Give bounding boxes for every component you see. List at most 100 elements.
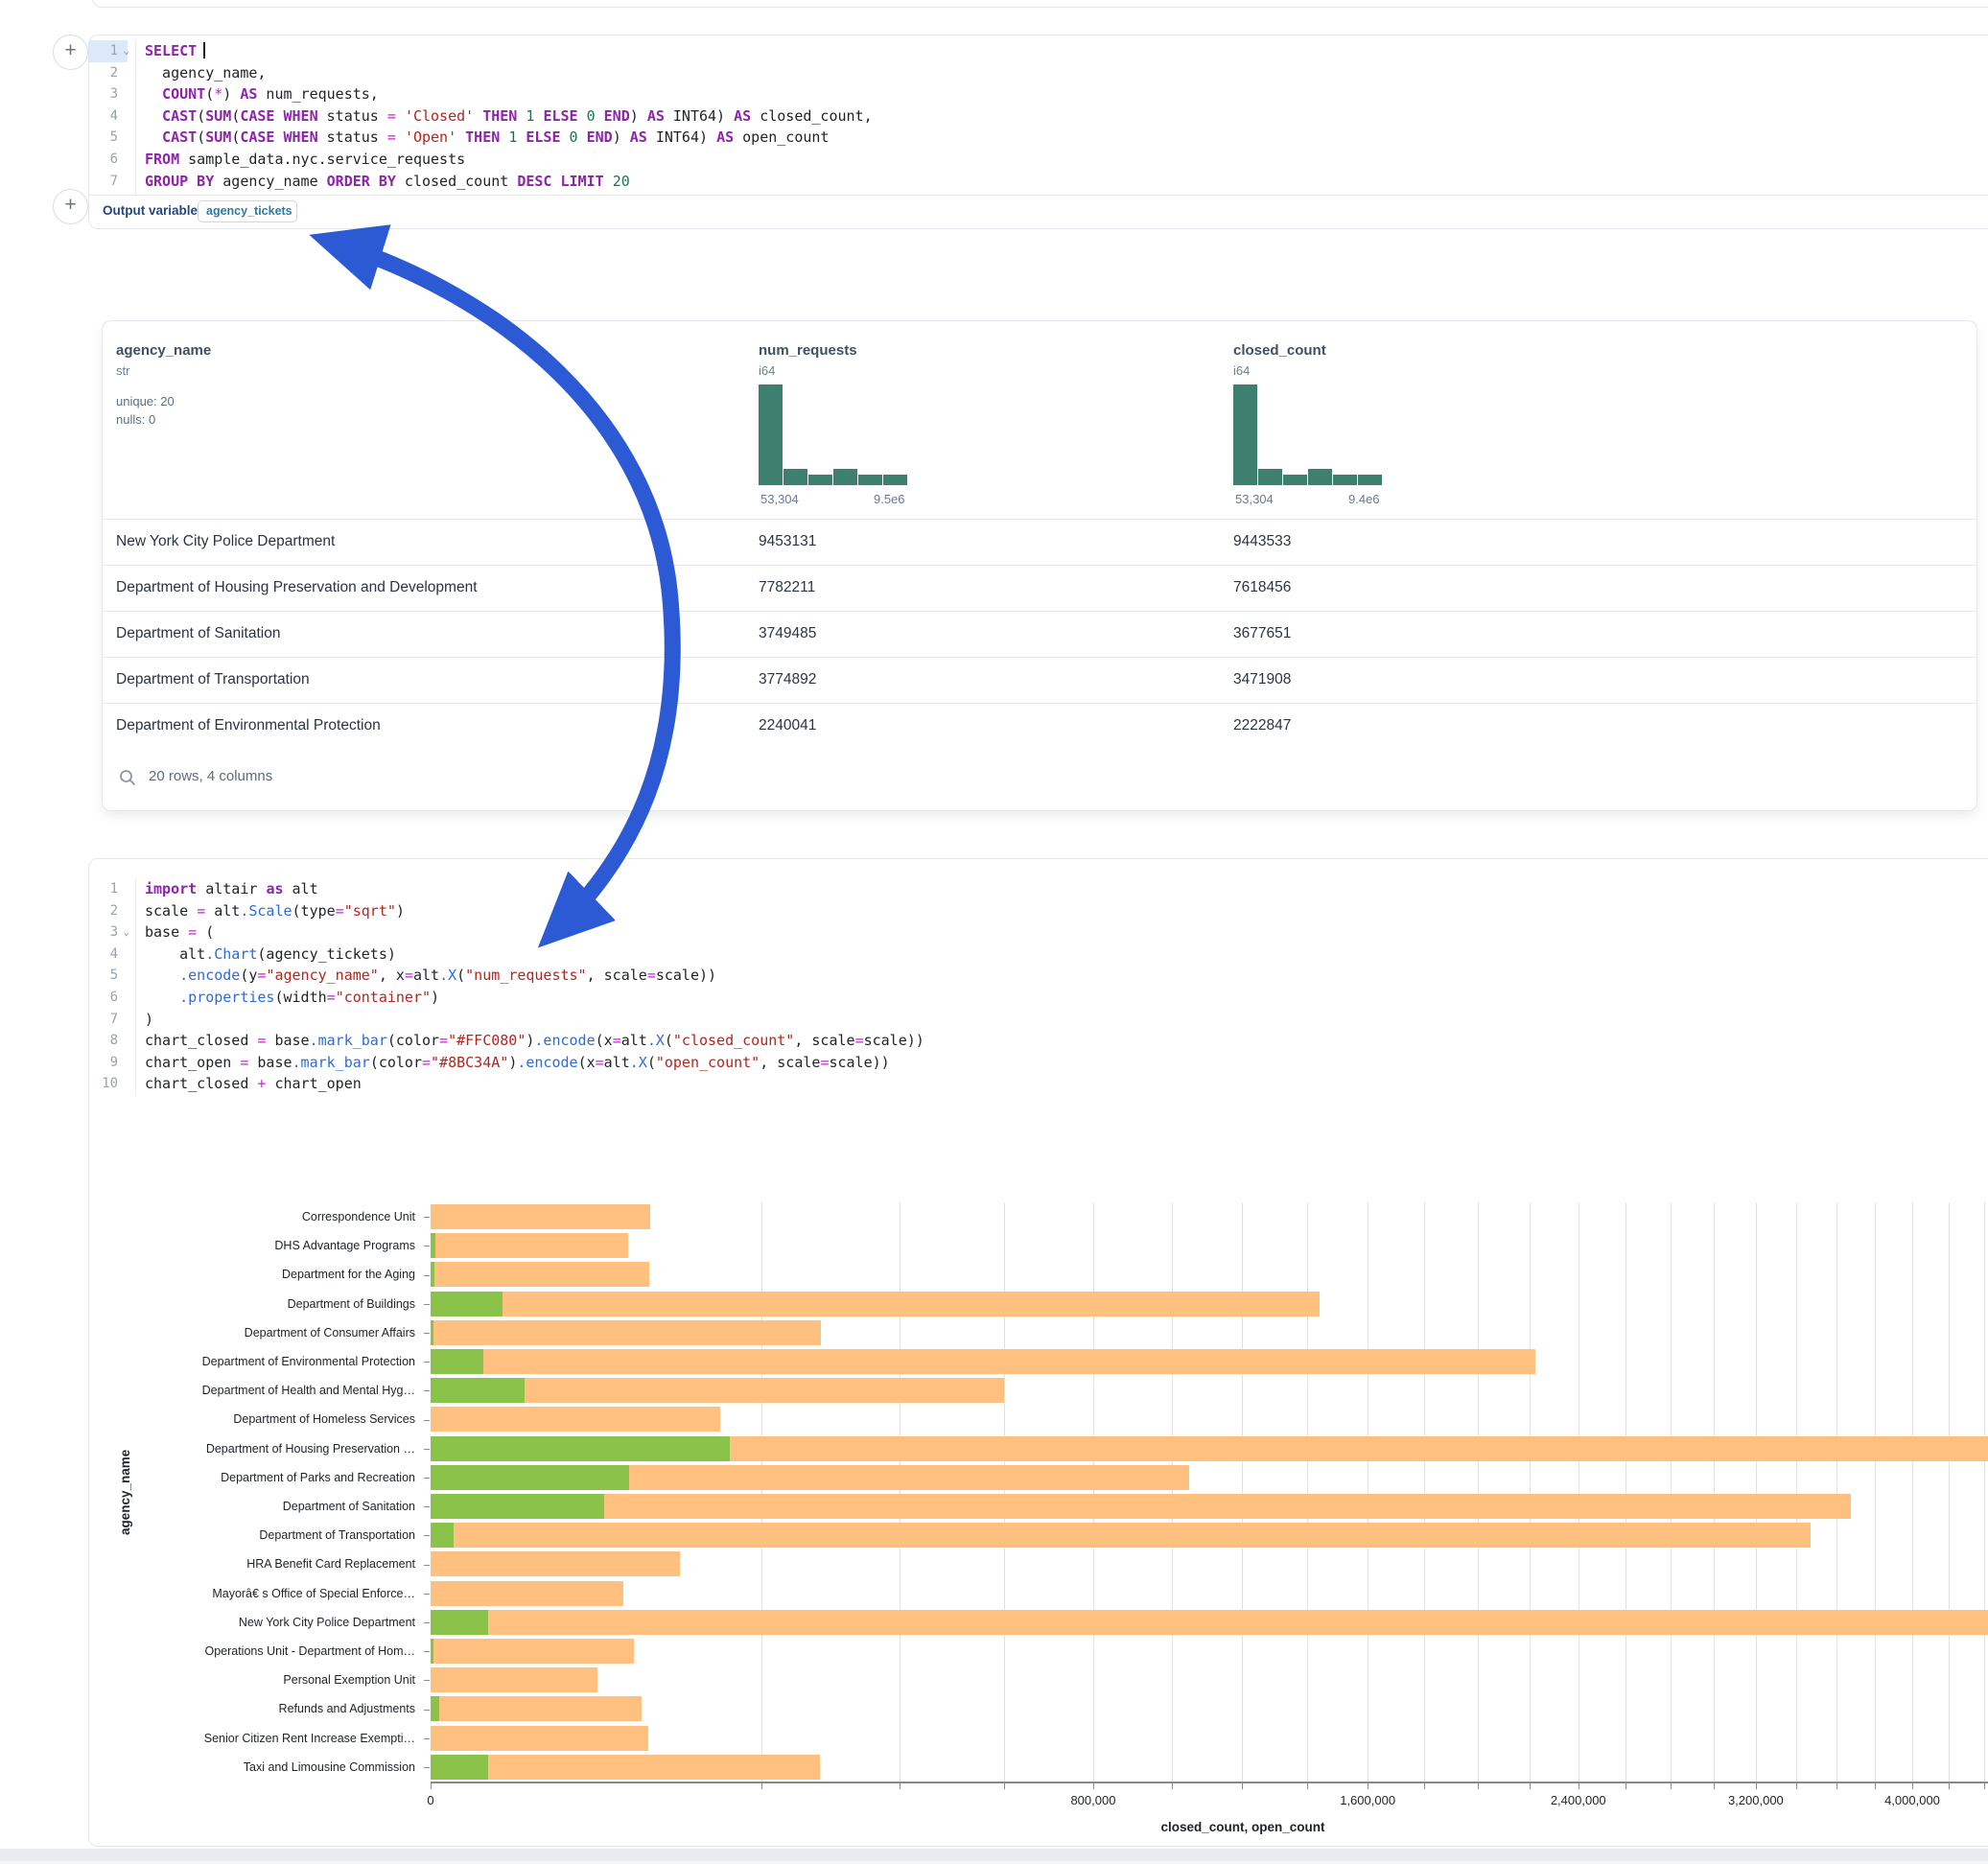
bar-closed_count[interactable] bbox=[431, 1523, 1811, 1548]
code-line[interactable]: 9chart_open = base.mark_bar(color="#8BC3… bbox=[89, 1052, 1988, 1074]
sql-cell: 1⌄ SELECT2 agency_name,3 COUNT(*) AS num_… bbox=[88, 35, 1988, 229]
code-line[interactable]: 6FROM sample_data.nyc.service_requests bbox=[89, 149, 1988, 171]
y-axis-tick bbox=[424, 1275, 430, 1276]
gridline bbox=[1756, 1202, 1757, 1782]
bar-open_count[interactable] bbox=[431, 1465, 629, 1490]
code-text: agency_name, bbox=[145, 62, 266, 84]
python-code-editor[interactable]: 1import altair as alt2scale = alt.Scale(… bbox=[89, 878, 1988, 1095]
bar-closed_count[interactable] bbox=[431, 1494, 1851, 1519]
code-line[interactable]: 7GROUP BY agency_name ORDER BY closed_co… bbox=[89, 171, 1988, 193]
bar-open_count[interactable] bbox=[431, 1639, 433, 1664]
column-header-closed_count[interactable]: closed_count bbox=[1233, 342, 1326, 359]
table-row[interactable]: Department of Sanitation37494853677651 bbox=[103, 611, 1976, 658]
bar-closed_count[interactable] bbox=[431, 1639, 634, 1664]
x-axis-tick-label: 0 bbox=[427, 1793, 433, 1807]
gridline bbox=[1714, 1202, 1715, 1782]
gridline bbox=[1949, 1202, 1950, 1782]
bar-closed_count[interactable] bbox=[431, 1349, 1535, 1374]
column-header-num_requests[interactable]: num_requests bbox=[759, 342, 857, 359]
bar-open_count[interactable] bbox=[431, 1610, 488, 1635]
bar-closed_count[interactable] bbox=[431, 1755, 820, 1780]
code-text: SELECT bbox=[145, 40, 205, 62]
add-cell-button-top[interactable]: + bbox=[53, 35, 88, 70]
code-line[interactable]: 3⌄base = ( bbox=[89, 921, 1988, 944]
y-axis-title: agency_name bbox=[118, 1450, 132, 1535]
python-cell: 1import altair as alt2scale = alt.Scale(… bbox=[88, 858, 1988, 1847]
y-axis-label: Department of Housing Preservation … bbox=[97, 1442, 415, 1456]
bar-closed_count[interactable] bbox=[431, 1551, 680, 1576]
code-line[interactable]: 7) bbox=[89, 1009, 1988, 1031]
histogram-bar bbox=[759, 384, 783, 485]
bar-closed_count[interactable] bbox=[431, 1726, 648, 1751]
bar-closed_count[interactable] bbox=[431, 1320, 821, 1345]
table-row[interactable]: New York City Police Department945313194… bbox=[103, 519, 1976, 566]
bar-open_count[interactable] bbox=[431, 1755, 488, 1780]
y-axis-label: Department of Consumer Affairs bbox=[97, 1326, 415, 1340]
y-axis-label: Refunds and Adjustments bbox=[97, 1702, 415, 1715]
histogram-bar bbox=[858, 475, 882, 485]
column-header-agency_name[interactable]: agency_name bbox=[116, 342, 211, 359]
y-axis-label: Department of Transportation bbox=[97, 1528, 415, 1542]
bar-open_count[interactable] bbox=[431, 1233, 435, 1258]
collapse-chevron-icon[interactable]: ⌄ bbox=[123, 40, 129, 62]
bar-open_count[interactable] bbox=[431, 1262, 434, 1287]
y-axis-tick bbox=[424, 1449, 430, 1450]
bar-closed_count[interactable] bbox=[431, 1581, 623, 1606]
bar-closed_count[interactable] bbox=[431, 1696, 642, 1721]
y-axis-label: Department of Parks and Recreation bbox=[97, 1471, 415, 1484]
output-variable-badge[interactable]: agency_tickets bbox=[198, 200, 297, 222]
code-line[interactable]: 5 CAST(SUM(CASE WHEN status = 'Open' THE… bbox=[89, 127, 1988, 149]
bar-closed_count[interactable] bbox=[431, 1262, 649, 1287]
x-axis-tick bbox=[1836, 1783, 1837, 1789]
table-row[interactable]: Department of Environmental Protection22… bbox=[103, 703, 1976, 750]
code-line[interactable]: 4 CAST(SUM(CASE WHEN status = 'Closed' T… bbox=[89, 105, 1988, 128]
line-number: 5 bbox=[89, 965, 128, 987]
line-number: 3⌄ bbox=[89, 921, 128, 944]
bar-open_count[interactable] bbox=[431, 1292, 503, 1316]
code-line[interactable]: 3 COUNT(*) AS num_requests, bbox=[89, 83, 1988, 105]
bar-closed_count[interactable] bbox=[431, 1407, 720, 1432]
code-line[interactable]: 1⌄ SELECT bbox=[89, 40, 1988, 62]
bar-closed_count[interactable] bbox=[431, 1233, 628, 1258]
gridline bbox=[1307, 1202, 1308, 1782]
collapse-chevron-icon[interactable]: ⌄ bbox=[123, 921, 129, 944]
bar-open_count[interactable] bbox=[431, 1696, 439, 1721]
search-icon[interactable] bbox=[118, 768, 137, 787]
add-cell-button-middle[interactable]: + bbox=[53, 189, 88, 224]
code-line[interactable]: 8chart_closed = base.mark_bar(color="#FF… bbox=[89, 1030, 1988, 1052]
bar-open_count[interactable] bbox=[431, 1378, 525, 1403]
code-line[interactable]: 2 agency_name, bbox=[89, 62, 1988, 84]
bar-closed_count[interactable] bbox=[431, 1610, 1988, 1635]
table-cell: Department of Environmental Protection bbox=[116, 717, 381, 734]
code-line[interactable]: 1import altair as alt bbox=[89, 878, 1988, 900]
line-number: 1⌄ bbox=[89, 40, 128, 62]
bar-open_count[interactable] bbox=[431, 1320, 433, 1345]
bar-closed_count[interactable] bbox=[431, 1292, 1320, 1316]
table-row[interactable]: Department of Housing Preservation and D… bbox=[103, 565, 1976, 612]
histogram-bar bbox=[883, 475, 907, 485]
table-row[interactable]: Department of Transportation377489234719… bbox=[103, 657, 1976, 704]
gridline bbox=[1984, 1202, 1985, 1782]
code-line[interactable]: 2scale = alt.Scale(type="sqrt") bbox=[89, 900, 1988, 922]
table-cell: 7782211 bbox=[759, 579, 815, 596]
bar-open_count[interactable] bbox=[431, 1523, 454, 1548]
bar-open_count[interactable] bbox=[431, 1349, 483, 1374]
line-number: 5 bbox=[89, 127, 128, 149]
output-variable-label: Output variable: bbox=[103, 203, 202, 218]
bar-open_count[interactable] bbox=[431, 1494, 604, 1519]
bar-closed_count[interactable] bbox=[431, 1204, 650, 1229]
code-line[interactable]: 4 alt.Chart(agency_tickets) bbox=[89, 944, 1988, 966]
y-axis-label: Department of Health and Mental Hyg… bbox=[97, 1384, 415, 1397]
code-line[interactable]: 10chart_closed + chart_open bbox=[89, 1073, 1988, 1095]
table-cell: Department of Housing Preservation and D… bbox=[116, 579, 478, 596]
table-cell: 9443533 bbox=[1233, 533, 1291, 550]
histogram-bar bbox=[1308, 469, 1332, 485]
bar-open_count[interactable] bbox=[431, 1436, 730, 1461]
code-line[interactable]: 5 .encode(y="agency_name", x=alt.X("num_… bbox=[89, 965, 1988, 987]
y-axis-label: Correspondence Unit bbox=[97, 1210, 415, 1223]
x-axis-tick bbox=[1307, 1783, 1308, 1789]
bar-closed_count[interactable] bbox=[431, 1667, 597, 1692]
code-line[interactable]: 6 .properties(width="container") bbox=[89, 987, 1988, 1009]
sql-code-editor[interactable]: 1⌄ SELECT2 agency_name,3 COUNT(*) AS num_… bbox=[89, 40, 1988, 192]
results-table: agency_namestrunique: 20nulls: 0num_requ… bbox=[102, 320, 1977, 811]
